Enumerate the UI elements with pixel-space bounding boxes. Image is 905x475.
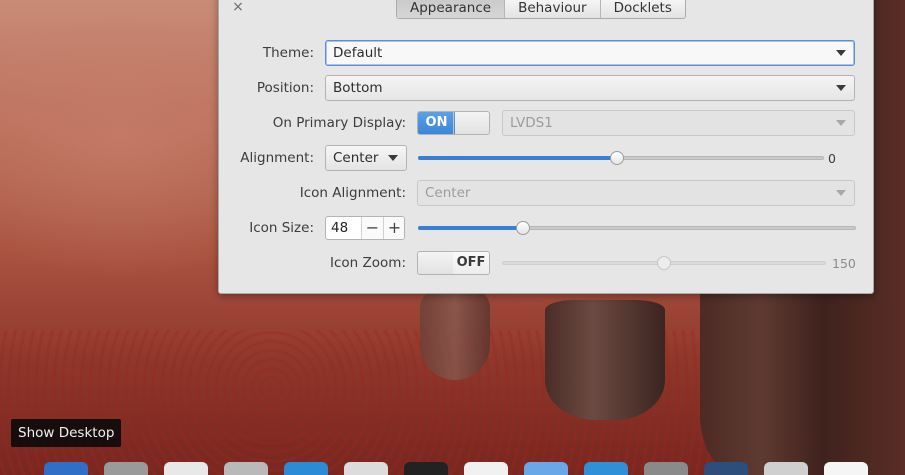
alignment-offset-value: 0 — [828, 151, 836, 166]
chevron-down-icon — [836, 120, 846, 126]
tab-bar: Appearance Behaviour Docklets — [396, 0, 686, 19]
icon-size-label: Icon Size: — [249, 220, 314, 236]
alignment-value: Center — [333, 150, 379, 166]
tab-behaviour[interactable]: Behaviour — [504, 0, 600, 18]
document-icon[interactable] — [464, 462, 508, 475]
clapper-icon[interactable] — [404, 462, 448, 475]
monitor-combo: LVDS1 — [502, 110, 855, 136]
slider-thumb[interactable] — [610, 151, 624, 165]
tab-appearance[interactable]: Appearance — [397, 0, 505, 18]
theme-combo[interactable]: Default — [325, 40, 855, 66]
switch-on-label: ON — [418, 112, 455, 134]
icon-size-value: 48 — [331, 220, 349, 236]
icon-zoom-switch[interactable]: OFF — [417, 251, 490, 275]
position-value: Bottom — [333, 80, 383, 96]
switch-knob — [453, 112, 489, 134]
globe-icon[interactable] — [584, 462, 628, 475]
switch-off-label: OFF — [453, 252, 489, 274]
theme-label: Theme: — [262, 45, 314, 61]
finder-icon[interactable] — [524, 462, 568, 475]
minus-icon[interactable]: − — [361, 217, 383, 239]
settings-icon[interactable] — [644, 462, 688, 475]
chevron-down-icon — [836, 50, 846, 56]
dock-preferences-window: × Appearance Behaviour Docklets Theme: D… — [218, 0, 874, 294]
close-icon[interactable]: × — [231, 0, 245, 15]
wallpaper-tree-trunk — [545, 300, 665, 420]
slider-thumb — [657, 256, 671, 270]
monitor-value: LVDS1 — [510, 115, 553, 131]
theme-value: Default — [333, 45, 383, 61]
primary-display-switch[interactable]: ON — [417, 111, 490, 135]
icon-size-slider[interactable] — [418, 219, 856, 237]
switch-knob — [418, 252, 455, 274]
drive-icon[interactable] — [344, 462, 388, 475]
icon-zoom-value: 150 — [832, 256, 856, 271]
icon-alignment-label: Icon Alignment: — [299, 185, 406, 201]
tab-docklets[interactable]: Docklets — [599, 0, 685, 18]
chevron-down-icon — [836, 190, 846, 196]
files-icon[interactable] — [44, 462, 88, 475]
scissors-icon[interactable] — [104, 462, 148, 475]
icon-zoom-label: Icon Zoom: — [330, 255, 406, 271]
position-label: Position: — [256, 80, 314, 96]
chevron-down-icon — [388, 155, 398, 161]
box-icon[interactable] — [704, 462, 748, 475]
icon-size-stepper[interactable]: 48 − + — [325, 216, 405, 240]
show-desktop-tooltip: Show Desktop — [11, 419, 122, 447]
slider-thumb[interactable] — [516, 221, 530, 235]
icon-alignment-value: Center — [425, 185, 471, 201]
printer-icon[interactable] — [764, 462, 808, 475]
calendar-icon[interactable] — [824, 462, 868, 475]
browser-icon[interactable] — [284, 462, 328, 475]
plus-icon[interactable]: + — [383, 217, 404, 239]
alignment-dropdown[interactable]: Center — [325, 145, 407, 171]
slider-fill — [418, 226, 523, 230]
clock-icon[interactable] — [164, 462, 208, 475]
wallpaper-tree-trunk — [420, 290, 490, 380]
trash-icon[interactable] — [224, 462, 268, 475]
chevron-down-icon — [836, 85, 846, 91]
alignment-offset-slider[interactable] — [418, 149, 824, 167]
alignment-label: Alignment: — [240, 150, 314, 166]
icon-alignment-combo: Center — [417, 180, 855, 206]
icon-zoom-slider — [502, 254, 826, 272]
position-combo[interactable]: Bottom — [325, 75, 855, 101]
primary-display-label: On Primary Display: — [272, 115, 406, 131]
slider-fill — [418, 156, 617, 160]
